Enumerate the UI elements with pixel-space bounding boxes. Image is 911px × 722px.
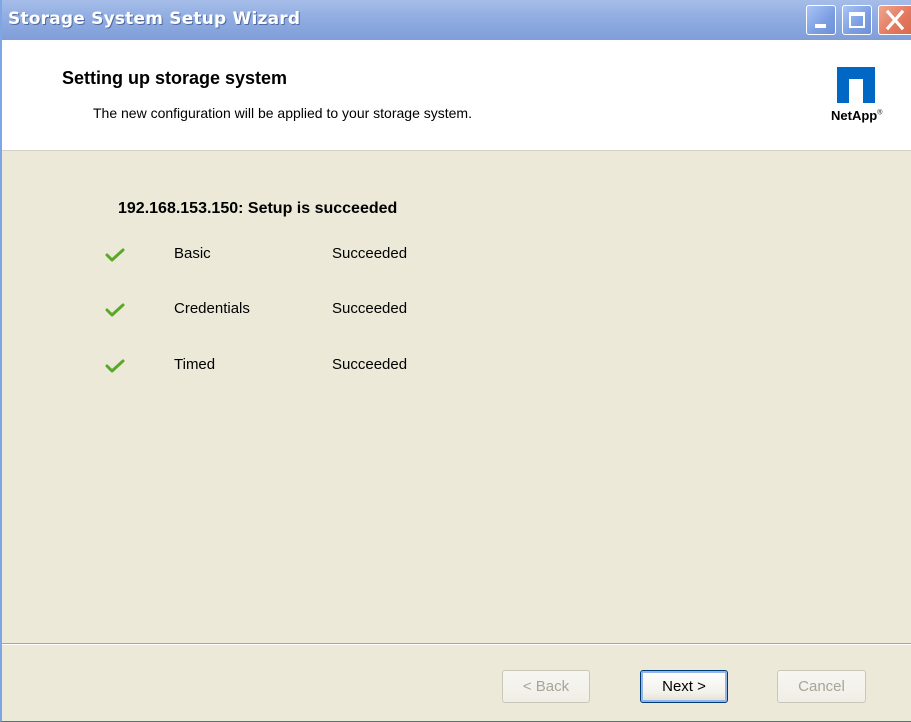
minimize-icon (815, 24, 826, 28)
task-name: Timed (174, 356, 216, 373)
task-row: Credentials Succeeded (2, 298, 702, 322)
wizard-header: Setting up storage system The new config… (2, 40, 911, 151)
back-button[interactable]: < Back (502, 670, 590, 703)
window-title: Storage System Setup Wizard (8, 9, 301, 29)
wizard-window: Storage System Setup Wizard Setting up s… (0, 0, 911, 722)
close-button[interactable] (878, 5, 911, 35)
next-button[interactable]: Next > (640, 670, 728, 703)
maximize-button[interactable] (842, 5, 872, 35)
maximize-icon (849, 12, 865, 28)
title-bar[interactable]: Storage System Setup Wizard (2, 0, 911, 40)
task-status: Succeeded (332, 356, 408, 373)
cancel-button[interactable]: Cancel (777, 670, 866, 703)
check-icon (105, 248, 125, 262)
logo-wordmark: NetApp (831, 108, 878, 123)
close-icon (885, 9, 905, 31)
logo-trademark: ® (877, 109, 883, 117)
logo-text: NetApp® (831, 108, 882, 123)
check-icon (105, 303, 125, 317)
page-subtitle: The new configuration will be applied to… (93, 105, 472, 121)
task-row: Basic Succeeded (2, 243, 702, 267)
minimize-button[interactable] (806, 5, 836, 35)
check-icon (105, 359, 125, 373)
page-title: Setting up storage system (62, 68, 288, 88)
task-status: Succeeded (332, 300, 408, 317)
task-row: Timed Succeeded (2, 354, 702, 378)
task-name: Basic (174, 245, 211, 262)
netapp-logo-icon (837, 67, 875, 103)
netapp-logo: NetApp® (831, 67, 911, 147)
task-name: Credentials (174, 300, 250, 317)
task-status: Succeeded (332, 245, 408, 262)
footer-divider (2, 643, 911, 645)
setup-status-title: 192.168.153.150: Setup is succeeded (118, 200, 398, 217)
